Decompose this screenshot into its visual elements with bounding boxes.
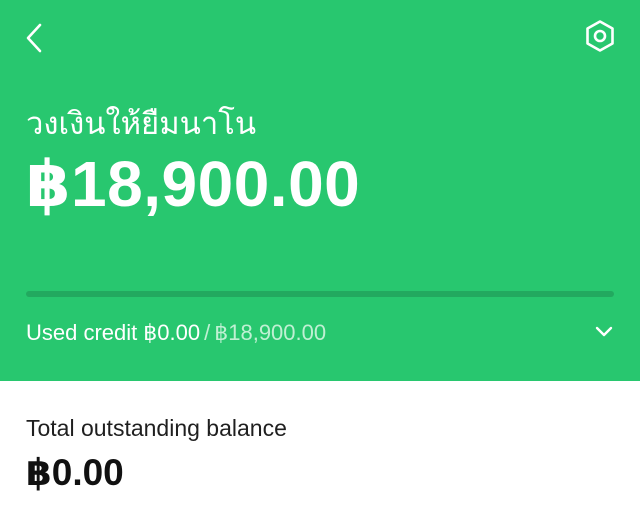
chevron-left-icon	[26, 23, 42, 53]
expand-button[interactable]	[592, 320, 616, 344]
back-button[interactable]	[18, 18, 50, 58]
used-credit-separator: /	[204, 320, 211, 345]
credit-header: วงเงินให้ยืมนาโน ฿18,900.00 Used credit ฿…	[0, 0, 640, 381]
outstanding-balance-amount: ฿0.00	[26, 452, 124, 493]
used-credit-amount: ฿0.00	[143, 320, 201, 345]
used-credit-row[interactable]: Used credit ฿0.00 / ฿18,900.00	[26, 316, 618, 350]
used-credit-text: Used credit	[26, 320, 138, 345]
outstanding-balance-section: Total outstanding balance ฿0.00	[0, 381, 640, 529]
settings-hex-icon	[586, 20, 614, 52]
credit-limit-secondary: ฿18,900.00	[214, 320, 327, 345]
credit-usage-progress-bar	[26, 291, 614, 297]
settings-button[interactable]	[578, 14, 622, 58]
credit-limit-amount: ฿18,900.00	[26, 148, 361, 220]
credit-line-title: วงเงินให้ยืมนาโน	[26, 106, 257, 142]
outstanding-balance-label: Total outstanding balance	[26, 415, 287, 441]
chevron-down-icon	[595, 326, 613, 337]
used-credit-label: Used credit ฿0.00	[26, 320, 200, 346]
